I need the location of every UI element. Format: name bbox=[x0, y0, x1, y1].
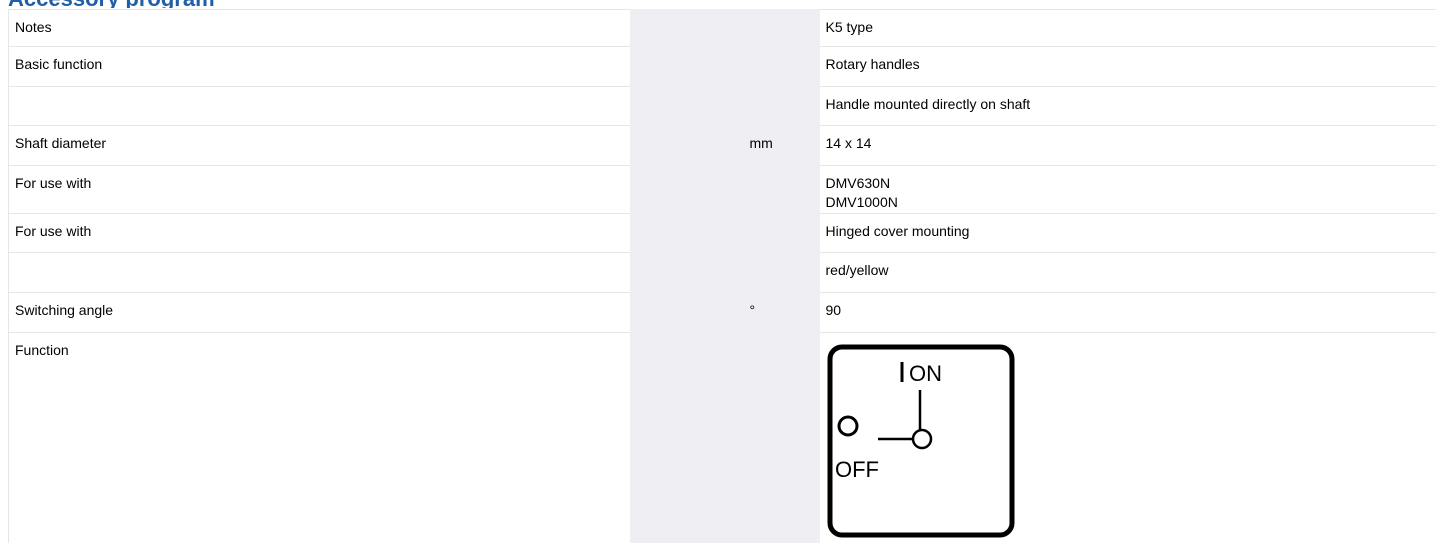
row-unit bbox=[743, 46, 820, 87]
table-row: For use with DMV630N DMV1000N bbox=[8, 165, 1436, 214]
row-spacer bbox=[629, 292, 744, 333]
row-value: ON OFF bbox=[819, 332, 1436, 543]
row-value: Handle mounted directly on shaft bbox=[819, 86, 1436, 126]
row-unit bbox=[743, 213, 820, 253]
page: Accessory program Notes K5 type Basic fu… bbox=[0, 0, 1436, 548]
row-spacer bbox=[629, 125, 744, 166]
on-label: ON bbox=[909, 361, 942, 386]
row-value: K5 type bbox=[819, 9, 1436, 47]
table-row: For use with Hinged cover mounting bbox=[8, 213, 1436, 253]
row-value: DMV630N DMV1000N bbox=[819, 165, 1436, 214]
section-heading-text: Accessory program bbox=[0, 0, 215, 8]
row-spacer bbox=[629, 213, 744, 253]
row-spacer bbox=[629, 9, 744, 47]
row-spacer bbox=[629, 332, 744, 543]
row-value: 14 x 14 bbox=[819, 125, 1436, 166]
row-label: Basic function bbox=[8, 46, 630, 87]
row-spacer bbox=[629, 165, 744, 214]
row-value: Rotary handles bbox=[819, 46, 1436, 87]
row-value: Hinged cover mounting bbox=[819, 213, 1436, 253]
spec-table: Notes K5 type Basic function Rotary hand… bbox=[8, 9, 1436, 543]
pivot-circle bbox=[911, 428, 932, 450]
row-unit bbox=[743, 252, 820, 293]
switch-function-diagram: ON OFF bbox=[827, 344, 1014, 538]
row-label bbox=[8, 86, 630, 126]
off-position-marker bbox=[837, 415, 858, 437]
row-unit bbox=[743, 9, 820, 47]
row-label: For use with bbox=[8, 213, 630, 253]
row-unit: ° bbox=[743, 292, 820, 333]
table-row: Shaft diameter mm 14 x 14 bbox=[8, 125, 1436, 166]
row-label: Shaft diameter bbox=[8, 125, 630, 166]
row-value: red/yellow bbox=[819, 252, 1436, 293]
row-unit bbox=[743, 86, 820, 126]
row-value-line: DMV630N bbox=[825, 175, 891, 191]
table-row: Function ON OFF bbox=[8, 332, 1436, 543]
table-row: Handle mounted directly on shaft bbox=[8, 86, 1436, 126]
row-spacer bbox=[629, 252, 744, 293]
table-row: Notes K5 type bbox=[8, 9, 1436, 47]
table-row: Basic function Rotary handles bbox=[8, 46, 1436, 87]
row-value: 90 bbox=[819, 292, 1436, 333]
table-row: red/yellow bbox=[8, 252, 1436, 293]
row-label: Notes bbox=[8, 9, 630, 47]
row-unit bbox=[743, 165, 820, 214]
off-label: OFF bbox=[835, 457, 879, 482]
row-value-line: DMV1000N bbox=[825, 194, 898, 210]
row-unit bbox=[743, 332, 820, 543]
row-spacer bbox=[629, 86, 744, 126]
table-row: Switching angle ° 90 bbox=[8, 292, 1436, 333]
row-unit: mm bbox=[743, 125, 820, 166]
row-spacer bbox=[629, 46, 744, 87]
section-heading: Accessory program bbox=[0, 0, 400, 8]
row-label: For use with bbox=[8, 165, 630, 214]
row-label bbox=[8, 252, 630, 293]
row-label: Function bbox=[8, 332, 630, 543]
row-label: Switching angle bbox=[8, 292, 630, 333]
